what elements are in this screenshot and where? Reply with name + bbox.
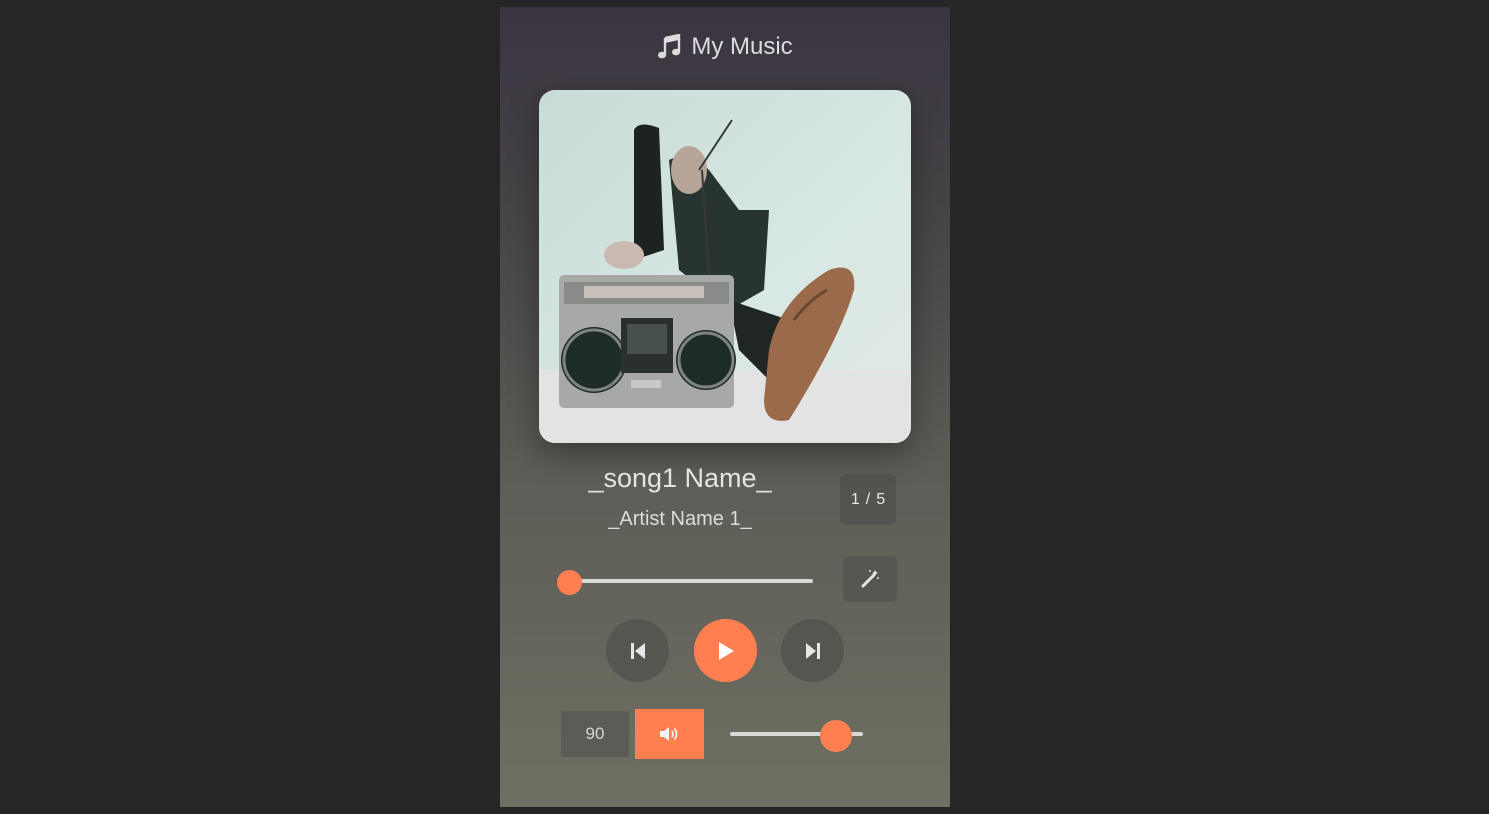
album-cover [539, 90, 911, 443]
track-index: 1 [850, 490, 860, 508]
track-counter: 1 / 5 [840, 474, 896, 525]
seek-bar[interactable] [566, 579, 813, 583]
play-icon [718, 641, 734, 660]
skip-next-icon [805, 642, 820, 659]
artist-name: _Artist Name 1_ [608, 508, 752, 530]
volume-thumb[interactable] [820, 720, 853, 752]
skip-previous-icon [630, 642, 645, 659]
music-note-icon [658, 34, 681, 59]
mute-button[interactable] [635, 709, 704, 759]
seek-thumb[interactable] [557, 570, 582, 595]
app-header: My Music [500, 29, 950, 65]
music-player: My Music _song1 Name_ _Artist Name 1_ 1 … [500, 7, 950, 807]
magic-button[interactable] [843, 556, 897, 602]
play-button[interactable] [694, 619, 757, 682]
magic-wand-icon [861, 570, 879, 588]
track-separator: / [865, 490, 871, 508]
previous-button[interactable] [606, 619, 669, 682]
track-total: 5 [876, 490, 886, 508]
app-title: My Music [691, 33, 793, 60]
volume-icon [659, 727, 677, 741]
next-button[interactable] [781, 619, 844, 682]
volume-value: 90 [561, 711, 629, 757]
song-title: _song1 Name_ [588, 463, 772, 493]
